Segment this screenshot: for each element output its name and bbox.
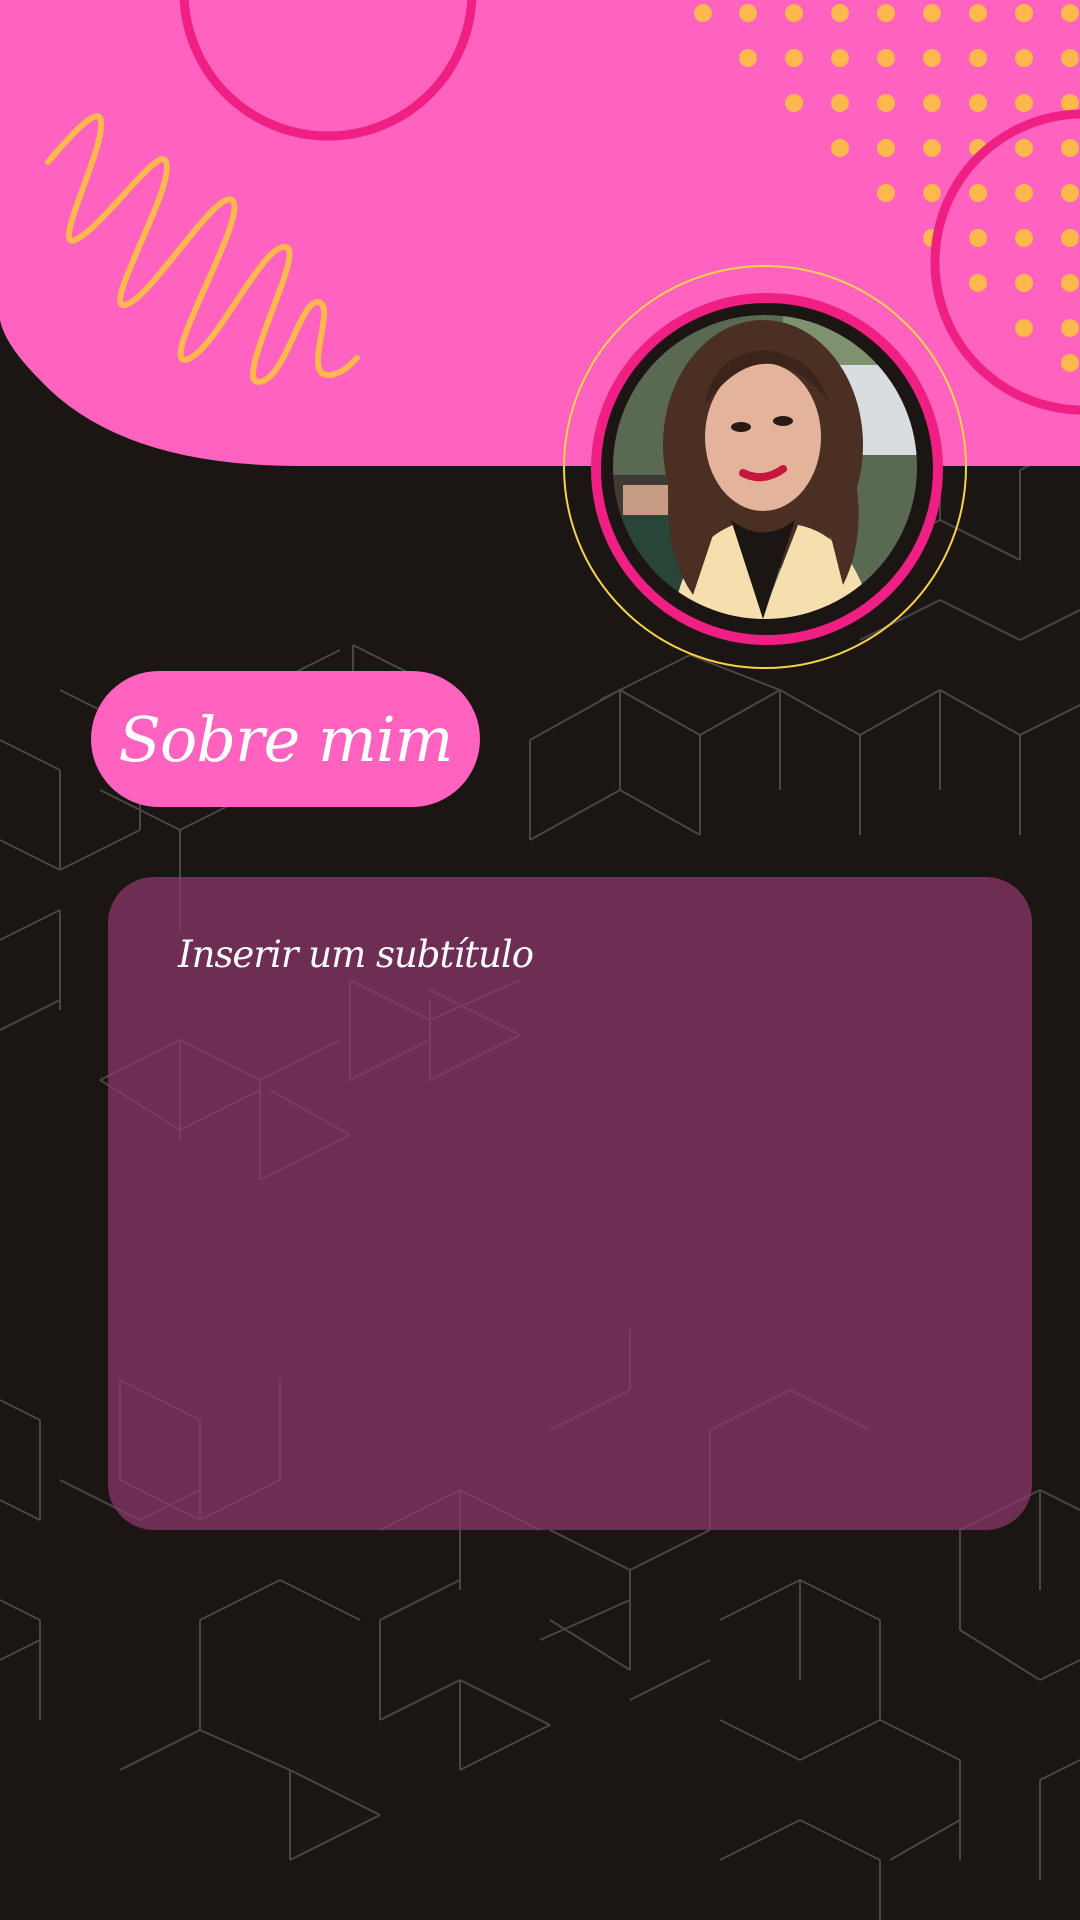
dot xyxy=(877,139,895,157)
dot xyxy=(1015,319,1033,337)
dot xyxy=(1015,274,1033,292)
dot xyxy=(1015,229,1033,247)
dot xyxy=(739,4,757,22)
dot xyxy=(969,4,987,22)
dot xyxy=(831,94,849,112)
dot xyxy=(923,139,941,157)
avatar xyxy=(563,265,967,669)
dot xyxy=(785,4,803,22)
dot xyxy=(1061,139,1079,157)
dot xyxy=(877,94,895,112)
dot xyxy=(877,49,895,67)
dot xyxy=(1015,184,1033,202)
dot xyxy=(1015,94,1033,112)
dot xyxy=(831,139,849,157)
dot xyxy=(785,94,803,112)
content-card: Inserir um subtítulo xyxy=(108,877,1032,1530)
dot xyxy=(1061,229,1079,247)
dot xyxy=(1061,184,1079,202)
dot xyxy=(923,94,941,112)
dot xyxy=(739,49,757,67)
dot xyxy=(969,229,987,247)
dot xyxy=(1015,49,1033,67)
dot xyxy=(877,4,895,22)
dot xyxy=(1061,354,1079,372)
section-subtitle[interactable]: Inserir um subtítulo xyxy=(178,933,534,976)
dot xyxy=(1061,94,1079,112)
dot xyxy=(969,94,987,112)
dot xyxy=(923,184,941,202)
dot xyxy=(1061,319,1079,337)
section-title-pill: Sobre mim xyxy=(91,671,480,807)
dot xyxy=(1015,139,1033,157)
dot xyxy=(877,184,895,202)
dot xyxy=(1061,274,1079,292)
profile-photo xyxy=(613,315,917,619)
dot xyxy=(1061,49,1079,67)
section-title: Sobre mim xyxy=(118,702,454,776)
dot xyxy=(785,49,803,67)
page: Sobre mim Inserir um subtítulo xyxy=(0,0,1080,1920)
dot xyxy=(831,4,849,22)
dot xyxy=(969,184,987,202)
dot xyxy=(1061,4,1079,22)
dot xyxy=(923,4,941,22)
dot xyxy=(969,274,987,292)
dot xyxy=(1015,4,1033,22)
dot xyxy=(694,4,712,22)
dot xyxy=(969,49,987,67)
dot xyxy=(831,49,849,67)
dot xyxy=(923,49,941,67)
